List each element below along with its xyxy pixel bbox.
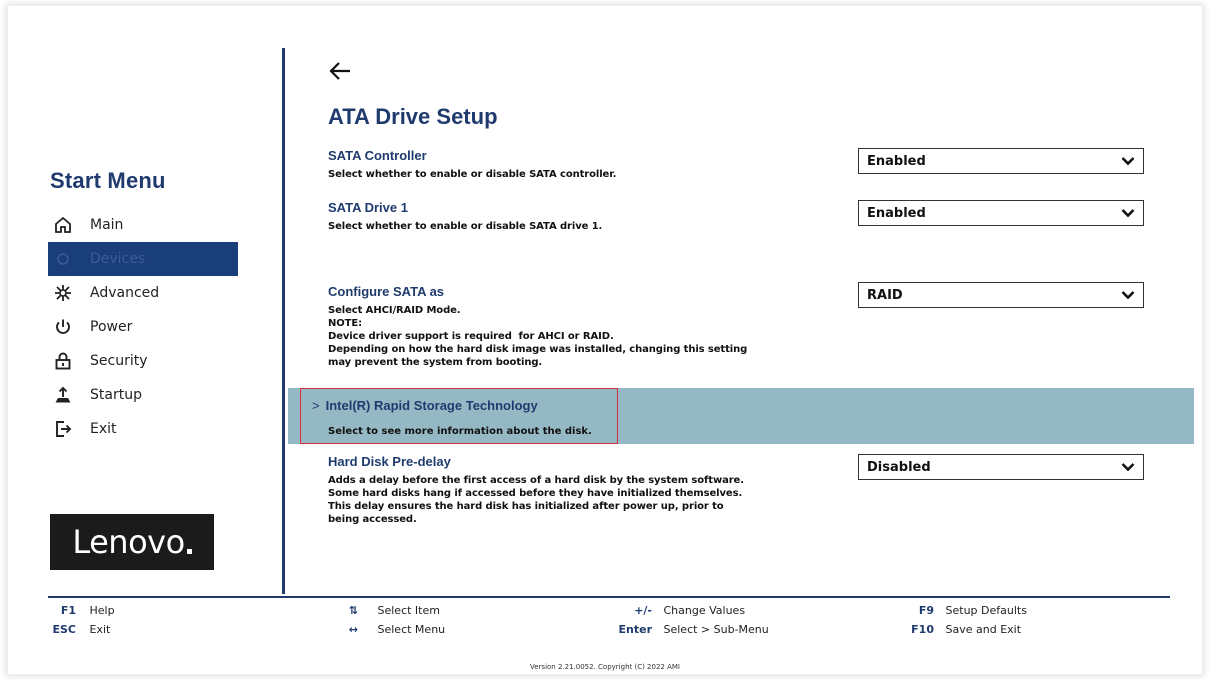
- chevron-right-icon: >: [312, 398, 320, 413]
- setting-sata-drive-1: SATA Drive 1 Select whether to enable or…: [328, 200, 808, 233]
- key-label: +/-: [634, 604, 652, 617]
- select-value: Enabled: [867, 205, 926, 221]
- footer-key-change-values: +/- Change Values: [600, 604, 745, 617]
- setting-label: Hard Disk Pre-delay: [328, 454, 451, 469]
- footer-key-help: F1 Help: [50, 604, 115, 617]
- setting-label: SATA Drive 1: [328, 200, 408, 215]
- key-action: Select Item: [377, 604, 440, 617]
- sidebar-item-label: Main: [90, 217, 124, 233]
- sidebar-item-devices[interactable]: Devices: [48, 242, 238, 276]
- setting-description: Select AHCI/RAID Mode. NOTE: Device driv…: [328, 304, 828, 369]
- setting-description: Select whether to enable or disable SATA…: [328, 220, 808, 233]
- chevron-down-icon: [1121, 209, 1135, 218]
- sidebar-item-security[interactable]: Security: [48, 344, 238, 378]
- sidebar-divider: [282, 48, 285, 594]
- page-title: ATA Drive Setup: [328, 104, 498, 129]
- exit-icon: [54, 420, 72, 438]
- lock-icon: [54, 352, 72, 370]
- startup-icon: [54, 386, 72, 404]
- sidebar-item-power[interactable]: Power: [48, 310, 238, 344]
- sidebar-item-label: Startup: [90, 387, 142, 403]
- updown-arrows-icon: ⇅: [348, 604, 358, 617]
- sidebar-item-exit[interactable]: Exit: [48, 412, 238, 446]
- key-label: Enter: [618, 623, 653, 636]
- desc-line: being accessed.: [328, 514, 417, 525]
- key-action: Select > Sub-Menu: [663, 623, 769, 636]
- desc-line: This delay ensures the hard disk has ini…: [328, 501, 724, 512]
- setting-label: SATA Controller: [328, 148, 427, 163]
- desc-line: Some hard disks hang if accessed before …: [328, 488, 743, 499]
- sata-controller-select[interactable]: Enabled: [858, 148, 1144, 174]
- hard-disk-predelay-select[interactable]: Disabled: [858, 454, 1144, 480]
- sidebar-item-startup[interactable]: Startup: [48, 378, 238, 412]
- rst-submenu-description: Select to see more information about the…: [328, 426, 592, 437]
- key-action: Change Values: [663, 604, 746, 617]
- back-arrow-icon[interactable]: [328, 60, 354, 82]
- home-icon: [54, 216, 72, 234]
- select-value: Enabled: [867, 153, 926, 169]
- rst-submenu-title[interactable]: > Intel(R) Rapid Storage Technology: [312, 398, 538, 413]
- footer-key-select-menu: ↔ Select Menu: [338, 623, 445, 636]
- sidebar-item-label: Advanced: [90, 285, 160, 301]
- footer-divider: [48, 596, 1170, 598]
- setting-label: Configure SATA as: [328, 284, 445, 299]
- key-label: ESC: [52, 623, 76, 636]
- setting-description: Select whether to enable or disable SATA…: [328, 168, 808, 181]
- chevron-down-icon: [1121, 157, 1135, 166]
- desc-line: may prevent the system from booting.: [328, 357, 543, 368]
- footer-key-save-exit: F10 Save and Exit: [900, 623, 1021, 636]
- footer-key-enter: Enter Select > Sub-Menu: [600, 623, 769, 636]
- submenu-label: Intel(R) Rapid Storage Technology: [325, 398, 538, 413]
- select-value: RAID: [867, 287, 903, 303]
- logo-dot: [186, 548, 192, 554]
- sidebar-item-label: Exit: [90, 421, 117, 437]
- desc-line: Depending on how the hard disk image was…: [328, 344, 748, 355]
- key-label: F9: [918, 604, 934, 617]
- power-icon: [54, 318, 72, 336]
- key-action: Save and Exit: [945, 623, 1022, 636]
- setting-configure-sata: Configure SATA as Select AHCI/RAID Mode.…: [328, 284, 828, 369]
- sidebar-item-label: Devices: [90, 251, 146, 267]
- desc-line: NOTE:: [328, 318, 363, 329]
- desc-line: Select whether to enable or disable SATA…: [328, 169, 617, 180]
- footer-key-setup-defaults: F9 Setup Defaults: [900, 604, 1027, 617]
- sata-drive-1-select[interactable]: Enabled: [858, 200, 1144, 226]
- setting-hard-disk-predelay: Hard Disk Pre-delay Adds a delay before …: [328, 454, 828, 526]
- key-action: Exit: [89, 623, 111, 636]
- desc-line: Select AHCI/RAID Mode.: [328, 305, 461, 316]
- setting-description: Adds a delay before the first access of …: [328, 474, 828, 526]
- key-action: Setup Defaults: [945, 604, 1027, 617]
- key-label: F1: [60, 604, 76, 617]
- chevron-down-icon: [1121, 291, 1135, 300]
- desc-line: Device driver support is required for AH…: [328, 331, 614, 342]
- lenovo-logo: Lenovo: [50, 514, 214, 570]
- setting-sata-controller: SATA Controller Select whether to enable…: [328, 148, 808, 181]
- select-value: Disabled: [867, 459, 931, 475]
- key-action: Help: [89, 604, 115, 617]
- sidebar-item-label: Security: [90, 353, 148, 369]
- sidebar-item-main[interactable]: Main: [48, 208, 238, 242]
- sidebar-item-label: Power: [90, 319, 133, 335]
- desc-line: Adds a delay before the first access of …: [328, 475, 744, 486]
- start-menu-title: Start Menu: [50, 168, 166, 193]
- devices-icon: [54, 250, 72, 268]
- footer-key-exit: ESC Exit: [50, 623, 110, 636]
- advanced-icon: [54, 284, 72, 302]
- key-label: F10: [911, 623, 934, 636]
- footer-key-select-item: ⇅ Select Item: [338, 604, 440, 617]
- key-action: Select Menu: [377, 623, 446, 636]
- sidebar-item-advanced[interactable]: Advanced: [48, 276, 238, 310]
- leftright-arrows-icon: ↔: [348, 623, 358, 636]
- configure-sata-select[interactable]: RAID: [858, 282, 1144, 308]
- chevron-down-icon: [1121, 463, 1135, 472]
- sidebar-menu: Main Devices Advanced Power Security Sta…: [48, 208, 238, 446]
- logo-text: Lenovo: [72, 523, 185, 561]
- version-info: Version 2.21.0052. Copyright (C) 2022 AM…: [530, 663, 680, 671]
- desc-line: Select whether to enable or disable SATA…: [328, 221, 603, 232]
